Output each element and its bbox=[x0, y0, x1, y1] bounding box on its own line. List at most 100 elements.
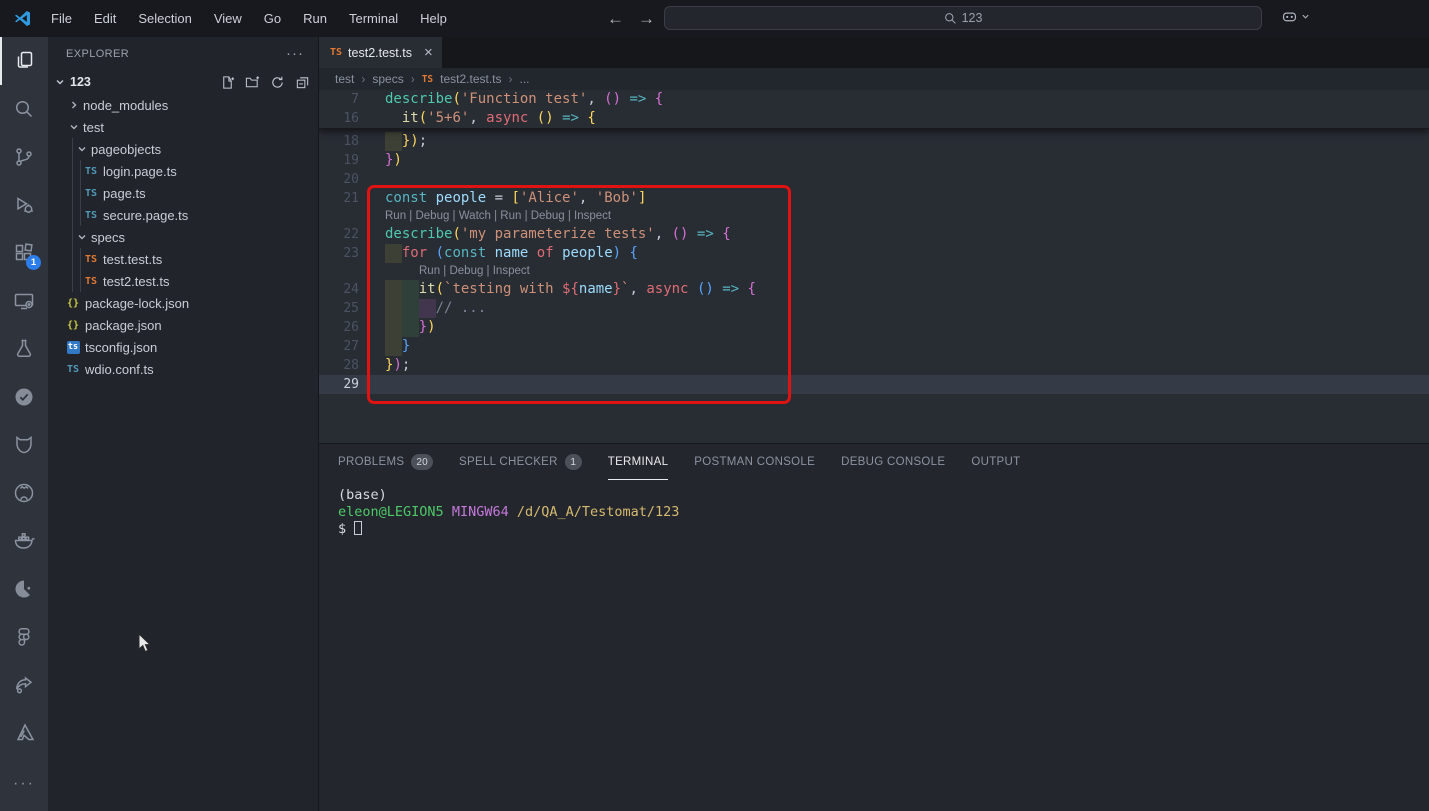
breadcrumb-item[interactable]: ... bbox=[520, 72, 530, 86]
code-line-16[interactable]: 16 it('5+6', async () => { bbox=[319, 109, 1429, 128]
mouse-cursor bbox=[138, 633, 154, 655]
menu-go[interactable]: Go bbox=[253, 7, 292, 30]
nav-forward-button[interactable]: → bbox=[636, 9, 657, 29]
command-center-value: 123 bbox=[962, 11, 983, 25]
file-test-test-ts[interactable]: TStest.test.ts bbox=[48, 248, 318, 270]
breadcrumb-item[interactable]: specs bbox=[372, 72, 403, 86]
folder-node-modules[interactable]: node_modules bbox=[48, 94, 318, 116]
chevron-down-icon bbox=[54, 77, 66, 87]
panel-tab-bar: PROBLEMS20 SPELL CHECKER1 TERMINAL POSTMAN … bbox=[319, 444, 1429, 480]
new-file-icon[interactable] bbox=[220, 75, 235, 90]
breadcrumb[interactable]: test›specs›TStest2.test.ts›... bbox=[319, 68, 1429, 90]
tab-test2-test-ts[interactable]: TS test2.test.ts × bbox=[319, 37, 442, 68]
refresh-icon[interactable] bbox=[270, 75, 285, 90]
line-number: 26 bbox=[319, 318, 359, 337]
activitybar-explorer-icon[interactable] bbox=[0, 37, 48, 85]
code-line-25[interactable]: 25 // ... bbox=[319, 299, 1429, 318]
title-bar: FileEditSelectionViewGoRunTerminalHelp ←… bbox=[0, 0, 1429, 37]
file-wdio-conf-ts[interactable]: TSwdio.conf.ts bbox=[48, 358, 318, 380]
activitybar-testing-icon[interactable] bbox=[0, 325, 48, 373]
collapse-all-icon[interactable] bbox=[295, 75, 310, 90]
chevron-right-icon bbox=[68, 100, 80, 110]
panel-tab-terminal[interactable]: TERMINAL bbox=[608, 444, 669, 480]
code-line-20[interactable]: 20 bbox=[319, 170, 1429, 189]
code-line-28[interactable]: 28}); bbox=[319, 356, 1429, 375]
activitybar-azure-icon[interactable] bbox=[0, 709, 48, 757]
explorer-sidebar: EXPLORER ··· 123 bbox=[48, 37, 318, 811]
command-center-search[interactable]: 123 bbox=[664, 6, 1262, 30]
activitybar-source-control-icon[interactable] bbox=[0, 133, 48, 181]
vscode-logo-icon bbox=[13, 9, 32, 28]
activitybar-more-icon[interactable]: ··· bbox=[0, 757, 48, 805]
code-line-27[interactable]: 27 } bbox=[319, 337, 1429, 356]
file-tsconfig-json[interactable]: tstsconfig.json bbox=[48, 336, 318, 358]
file-package-json[interactable]: {}package.json bbox=[48, 314, 318, 336]
folder-pageobjects[interactable]: pageobjects bbox=[48, 138, 318, 160]
code-line-21[interactable]: 21const people = ['Alice', 'Bob'] bbox=[319, 189, 1429, 208]
code-line-26[interactable]: 26 }) bbox=[319, 318, 1429, 337]
indent-guide bbox=[402, 299, 419, 318]
activitybar-share-icon[interactable] bbox=[0, 661, 48, 709]
terminal-cursor bbox=[354, 521, 362, 535]
chevron-down-icon bbox=[68, 122, 80, 132]
search-icon bbox=[944, 12, 957, 25]
indent-guide bbox=[385, 132, 402, 151]
file-login-page-ts[interactable]: TSlogin.page.ts bbox=[48, 160, 318, 182]
activitybar-search-icon[interactable] bbox=[0, 85, 48, 133]
activitybar-run-and-debug-icon[interactable] bbox=[0, 181, 48, 229]
panel-tab-postman-console[interactable]: POSTMAN CONSOLE bbox=[694, 444, 815, 480]
new-folder-icon[interactable] bbox=[245, 75, 260, 90]
code-line-23[interactable]: 23 for (const name of people) { bbox=[319, 244, 1429, 263]
file-package-lock-json[interactable]: {}package-lock.json bbox=[48, 292, 318, 314]
menu-edit[interactable]: Edit bbox=[83, 7, 127, 30]
file-page-ts[interactable]: TSpage.ts bbox=[48, 182, 318, 204]
activitybar-pie-circle-icon[interactable] bbox=[0, 565, 48, 613]
activitybar-extensions-icon[interactable]: 1 bbox=[0, 229, 48, 277]
codelens-actions[interactable]: Run | Debug | Watch | Run | Debug | Insp… bbox=[319, 208, 1429, 225]
menu-run[interactable]: Run bbox=[292, 7, 338, 30]
activitybar-docker-icon[interactable] bbox=[0, 517, 48, 565]
activitybar-figma-icon[interactable] bbox=[0, 613, 48, 661]
extensions-badge: 1 bbox=[26, 255, 41, 270]
breadcrumb-item[interactable]: test bbox=[335, 72, 354, 86]
activitybar-gitlens-icon[interactable] bbox=[0, 421, 48, 469]
menu-terminal[interactable]: Terminal bbox=[338, 7, 409, 30]
code-line-18[interactable]: 18 }); bbox=[319, 132, 1429, 151]
activitybar-remote-explorer-icon[interactable] bbox=[0, 277, 48, 325]
panel-tab-output[interactable]: OUTPUT bbox=[971, 444, 1020, 480]
menu-file[interactable]: File bbox=[40, 7, 83, 30]
code-line-29[interactable]: 29 bbox=[319, 375, 1429, 394]
folder-specs[interactable]: specs bbox=[48, 226, 318, 248]
workspace-section-header[interactable]: 123 bbox=[48, 70, 318, 94]
activitybar-github-icon[interactable] bbox=[0, 469, 48, 517]
code-line-22[interactable]: 22describe('my parameterize tests', () =… bbox=[319, 225, 1429, 244]
chevron-down-icon bbox=[76, 144, 88, 154]
nav-back-button[interactable]: ← bbox=[605, 9, 626, 29]
codelens-actions[interactable]: Run | Debug | Inspect bbox=[319, 263, 1429, 280]
code-line-24[interactable]: 24 it(`testing with ${name}`, async () =… bbox=[319, 280, 1429, 299]
breadcrumb-item[interactable]: test2.test.ts bbox=[440, 72, 501, 86]
terminal[interactable]: (base)eleon@LEGION5 MINGW64 /d/QA_A/Test… bbox=[319, 480, 1429, 538]
indent-guide bbox=[385, 244, 402, 263]
code-editor[interactable]: 7describe('Function test', () => {16 it(… bbox=[319, 90, 1429, 443]
menu-selection[interactable]: Selection bbox=[127, 7, 202, 30]
file-secure-page-ts[interactable]: TSsecure.page.ts bbox=[48, 204, 318, 226]
code-line-19[interactable]: 19}) bbox=[319, 151, 1429, 170]
menu-help[interactable]: Help bbox=[409, 7, 458, 30]
folder-test[interactable]: test bbox=[48, 116, 318, 138]
copilot-menu[interactable] bbox=[1281, 8, 1310, 25]
panel-tab-problems[interactable]: PROBLEMS20 bbox=[338, 444, 433, 480]
panel-tab-debug-console[interactable]: DEBUG CONSOLE bbox=[841, 444, 945, 480]
menu-view[interactable]: View bbox=[203, 7, 253, 30]
activitybar-check-circle-icon[interactable] bbox=[0, 373, 48, 421]
tab-close-icon[interactable]: × bbox=[424, 44, 433, 61]
indent-guide bbox=[419, 299, 436, 318]
file-test2-test-ts[interactable]: TStest2.test.ts bbox=[48, 270, 318, 292]
indent-guide bbox=[385, 299, 402, 318]
explorer-more-actions-button[interactable]: ··· bbox=[286, 45, 304, 62]
code-line-7[interactable]: 7describe('Function test', () => { bbox=[319, 90, 1429, 109]
indent-guide bbox=[385, 280, 402, 299]
tree-indent-guide bbox=[80, 248, 81, 292]
panel-tab-spell-checker[interactable]: SPELL CHECKER1 bbox=[459, 444, 582, 480]
tree-indent-guide bbox=[80, 160, 81, 226]
